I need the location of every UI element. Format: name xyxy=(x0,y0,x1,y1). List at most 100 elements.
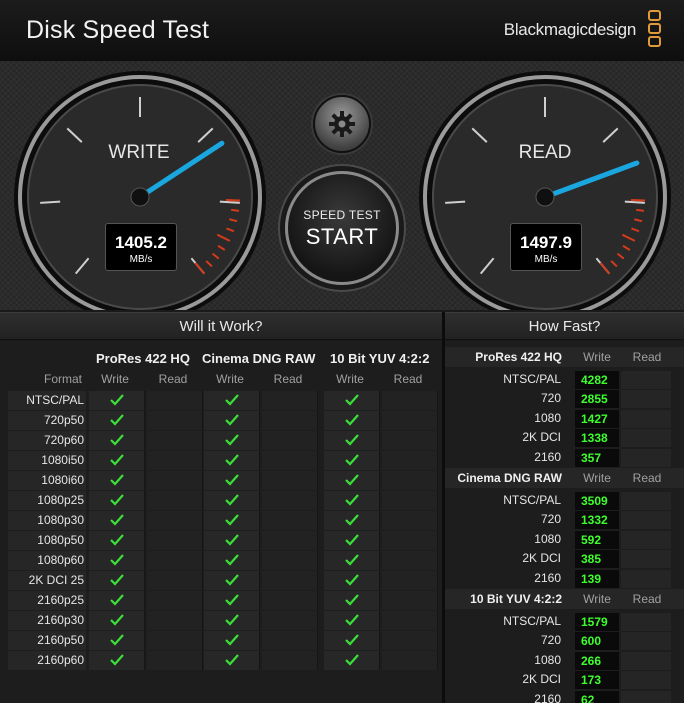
format-row: 720p50 xyxy=(8,411,438,432)
how-fast-read-header: Read xyxy=(632,592,662,606)
write-result-cell xyxy=(324,391,380,410)
check-icon xyxy=(109,513,125,532)
read-speed-value: 1497.9 xyxy=(520,233,572,252)
yuv-read-header: Read xyxy=(393,372,423,386)
write-result-cell xyxy=(204,451,260,470)
check-icon xyxy=(224,533,240,552)
write-result-cell xyxy=(89,511,145,530)
gear-icon xyxy=(329,111,355,137)
how-fast-write-value: 357 xyxy=(575,448,619,467)
how-fast-row-label: 2160 xyxy=(534,449,561,464)
settings-button[interactable] xyxy=(313,95,371,153)
app-title: Disk Speed Test xyxy=(26,16,210,44)
read-result-cell xyxy=(262,491,318,510)
prores-read-header: Read xyxy=(158,372,188,386)
how-fast-row-label: NTSC/PAL xyxy=(503,493,561,507)
how-fast-codec-title: Cinema DNG RAW xyxy=(457,471,562,485)
check-icon xyxy=(224,653,240,672)
how-fast-write-value: 3509 xyxy=(575,492,619,510)
write-result-cell xyxy=(324,471,380,490)
write-result-cell xyxy=(324,571,380,590)
format-name: 2160p60 xyxy=(8,651,86,670)
check-icon xyxy=(109,433,125,452)
how-fast-write-value: 1427 xyxy=(575,409,619,428)
how-fast-row-label: NTSC/PAL xyxy=(503,372,561,386)
write-result-cell xyxy=(89,471,145,490)
format-name: 2160p50 xyxy=(8,631,86,650)
write-speed-unit: MB/s xyxy=(129,254,153,265)
format-row: 720p60 xyxy=(8,431,438,452)
write-result-cell xyxy=(204,591,260,610)
check-icon xyxy=(344,413,360,432)
check-icon xyxy=(224,433,240,452)
how-fast-read-value xyxy=(621,429,671,448)
check-icon xyxy=(344,493,360,512)
check-icon xyxy=(109,593,125,612)
format-name: 2160p30 xyxy=(8,611,86,630)
title-bar: Disk Speed Test Blackmagicdesign xyxy=(0,0,684,62)
check-icon xyxy=(344,653,360,672)
how-fast-write-value: 139 xyxy=(575,569,619,588)
read-result-cell xyxy=(382,611,438,630)
write-result-cell xyxy=(324,491,380,510)
format-row: NTSC/PAL xyxy=(8,391,438,411)
codec-header-cinema-dng: Cinema DNG RAW xyxy=(202,351,316,366)
check-icon xyxy=(109,653,125,672)
how-fast-read-value xyxy=(621,550,671,569)
start-button-label: START xyxy=(305,224,379,249)
write-result-cell xyxy=(204,551,260,570)
read-result-cell xyxy=(262,551,318,570)
how-fast-read-header: Read xyxy=(632,350,662,364)
how-fast-read-value xyxy=(621,409,671,428)
check-icon xyxy=(109,573,125,592)
how-fast-row-label: 1080 xyxy=(534,652,561,667)
read-result-cell xyxy=(147,511,203,530)
read-speed-unit: MB/s xyxy=(534,254,558,265)
format-name: 2K DCI 25 xyxy=(8,571,86,590)
how-fast-write-value: 173 xyxy=(575,671,619,690)
how-fast-codec-title: 10 Bit YUV 4:2:2 xyxy=(470,592,562,606)
how-fast-write-value: 2855 xyxy=(575,390,619,409)
format-row: 1080i60 xyxy=(8,471,438,491)
write-result-cell xyxy=(89,391,145,410)
write-result-cell xyxy=(204,631,260,650)
how-fast-read-value xyxy=(621,651,671,670)
read-result-cell xyxy=(262,531,318,550)
check-icon xyxy=(344,513,360,532)
read-result-cell xyxy=(262,511,318,530)
check-icon xyxy=(224,493,240,512)
format-name: 1080p30 xyxy=(8,511,86,530)
read-result-cell xyxy=(382,471,438,490)
write-result-cell xyxy=(89,611,145,630)
read-result-cell xyxy=(147,571,203,590)
read-gauge-label: READ xyxy=(518,142,572,163)
brand-name: Blackmagicdesign xyxy=(503,20,637,39)
check-icon xyxy=(224,453,240,472)
how-fast-write-header: Write xyxy=(583,471,611,485)
read-result-cell xyxy=(147,631,203,650)
how-fast-row-label: 1080 xyxy=(534,410,561,425)
read-result-cell xyxy=(262,591,318,610)
how-fast-read-value xyxy=(621,390,671,409)
format-row: 2160p25 xyxy=(8,591,438,612)
check-icon xyxy=(344,593,360,612)
write-result-cell xyxy=(324,451,380,470)
write-speed-value: 1405.2 xyxy=(115,233,167,252)
how-fast-row-label: 2160 xyxy=(534,570,561,585)
check-icon xyxy=(224,573,240,592)
read-result-cell xyxy=(382,391,438,410)
read-result-cell xyxy=(382,531,438,550)
read-result-cell xyxy=(262,471,318,490)
how-fast-row-label: NTSC/PAL xyxy=(503,614,561,628)
write-result-cell xyxy=(204,431,260,450)
how-fast-row-label: 1080 xyxy=(534,531,561,546)
how-fast-write-value: 600 xyxy=(575,632,619,651)
start-speed-test-button[interactable]: SPEED TEST START xyxy=(285,171,399,285)
how-fast-read-value xyxy=(621,492,671,510)
check-icon xyxy=(344,473,360,492)
read-result-cell xyxy=(147,411,203,430)
check-icon xyxy=(109,493,125,512)
how-fast-write-value: 266 xyxy=(575,651,619,670)
check-icon xyxy=(109,533,125,552)
write-result-cell xyxy=(89,571,145,590)
